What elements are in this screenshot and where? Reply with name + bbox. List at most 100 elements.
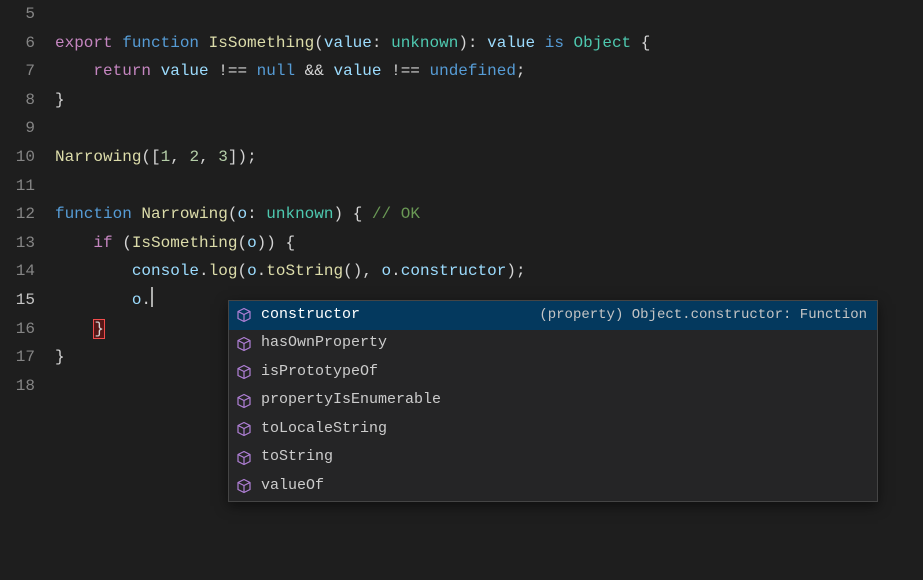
autocomplete-item[interactable]: toString: [229, 444, 877, 473]
code-line[interactable]: [55, 0, 923, 29]
colon: :: [372, 34, 391, 52]
paren: (: [228, 205, 238, 223]
keyword-function: function: [122, 34, 199, 52]
paren: (: [237, 234, 247, 252]
identifier: o: [382, 262, 392, 280]
type: unknown: [266, 205, 333, 223]
code-line[interactable]: if (IsSomething(o)) {: [55, 229, 923, 258]
line-number: 5: [0, 0, 35, 29]
line-number: 11: [0, 172, 35, 201]
param: o: [237, 205, 247, 223]
paren: ): [257, 234, 267, 252]
comment: // OK: [372, 205, 420, 223]
identifier: value: [333, 62, 381, 80]
space: [132, 205, 142, 223]
code-line[interactable]: export function IsSomething(value: unkno…: [55, 29, 923, 58]
line-number: 13: [0, 229, 35, 258]
keyword-function: function: [55, 205, 132, 223]
paren: (: [314, 34, 324, 52]
code-area[interactable]: export function IsSomething(value: unkno…: [55, 0, 923, 580]
line-number-gutter: 5 6 7 8 9 10 11 12 13 14 15 16 17 18: [0, 0, 55, 580]
autocomplete-item[interactable]: valueOf: [229, 472, 877, 501]
cube-icon: [233, 418, 255, 440]
code-line[interactable]: Narrowing([1, 2, 3]);: [55, 143, 923, 172]
line-number: 18: [0, 372, 35, 401]
line-number: 8: [0, 86, 35, 115]
code-line[interactable]: function Narrowing(o: unknown) { // OK: [55, 200, 923, 229]
identifier: console: [132, 262, 199, 280]
identifier: value: [161, 62, 209, 80]
dot: .: [199, 262, 209, 280]
autocomplete-item[interactable]: isPrototypeOf: [229, 358, 877, 387]
line-number: 12: [0, 200, 35, 229]
line-number: 10: [0, 143, 35, 172]
code-line[interactable]: }: [55, 86, 923, 115]
number: 1: [161, 148, 171, 166]
comma: ,: [362, 262, 381, 280]
semicolon: ;: [247, 148, 257, 166]
autocomplete-item-label: valueOf: [261, 472, 324, 501]
paren: (: [141, 148, 151, 166]
code-line[interactable]: [55, 172, 923, 201]
code-line[interactable]: console.log(o.toString(), o.constructor)…: [55, 257, 923, 286]
line-number: 14: [0, 257, 35, 286]
line-number: 7: [0, 57, 35, 86]
function-call: IsSomething: [132, 234, 238, 252]
autocomplete-item[interactable]: propertyIsEnumerable: [229, 387, 877, 416]
autocomplete-item-label: propertyIsEnumerable: [261, 386, 441, 415]
autocomplete-popup[interactable]: constructor (property) Object.constructor…: [228, 300, 878, 502]
keyword-is: is: [535, 34, 573, 52]
line-number: 16: [0, 315, 35, 344]
autocomplete-item-detail: (property) Object.constructor: Function: [539, 301, 873, 330]
indent: [55, 291, 132, 309]
paren: (: [237, 262, 247, 280]
dot: .: [141, 291, 151, 309]
identifier: o: [247, 234, 257, 252]
paren: ): [353, 262, 363, 280]
function-name: Narrowing: [141, 205, 227, 223]
keyword-export: export: [55, 34, 113, 52]
autocomplete-item-label: toLocaleString: [261, 415, 387, 444]
autocomplete-item[interactable]: constructor (property) Object.constructor…: [229, 301, 877, 330]
type: Object: [574, 34, 632, 52]
cube-icon: [233, 475, 255, 497]
type: unknown: [391, 34, 458, 52]
cube-icon: [233, 304, 255, 326]
cube-icon: [233, 390, 255, 412]
space: [113, 234, 123, 252]
paren: ): [266, 234, 276, 252]
keyword-null: null: [257, 62, 295, 80]
identifier: o: [132, 291, 142, 309]
keyword-return: return: [93, 62, 151, 80]
operator: !==: [381, 62, 429, 80]
bracket: [: [151, 148, 161, 166]
indent: [55, 234, 93, 252]
indent: [55, 62, 93, 80]
comma: ,: [170, 148, 189, 166]
autocomplete-item-label: isPrototypeOf: [261, 358, 378, 387]
colon: :: [468, 34, 487, 52]
autocomplete-item[interactable]: hasOwnProperty: [229, 330, 877, 359]
semicolon: ;: [516, 262, 526, 280]
code-editor[interactable]: 5 6 7 8 9 10 11 12 13 14 15 16 17 18 exp…: [0, 0, 923, 580]
property: constructor: [401, 262, 507, 280]
cube-icon: [233, 333, 255, 355]
method-call: toString: [266, 262, 343, 280]
line-number-active: 15: [0, 286, 35, 315]
autocomplete-item-label: hasOwnProperty: [261, 329, 387, 358]
indent: [55, 320, 93, 338]
brace: }: [55, 91, 65, 109]
autocomplete-item-label: constructor: [261, 301, 360, 330]
paren: ): [458, 34, 468, 52]
code-line[interactable]: return value !== null && value !== undef…: [55, 57, 923, 86]
param: value: [324, 34, 372, 52]
autocomplete-item[interactable]: toLocaleString: [229, 415, 877, 444]
brace: {: [343, 205, 372, 223]
line-number: 9: [0, 114, 35, 143]
operator: &&: [295, 62, 333, 80]
indent: [55, 262, 132, 280]
keyword-undefined: undefined: [430, 62, 516, 80]
line-number: 6: [0, 29, 35, 58]
brace-error: }: [93, 319, 105, 339]
code-line[interactable]: [55, 114, 923, 143]
